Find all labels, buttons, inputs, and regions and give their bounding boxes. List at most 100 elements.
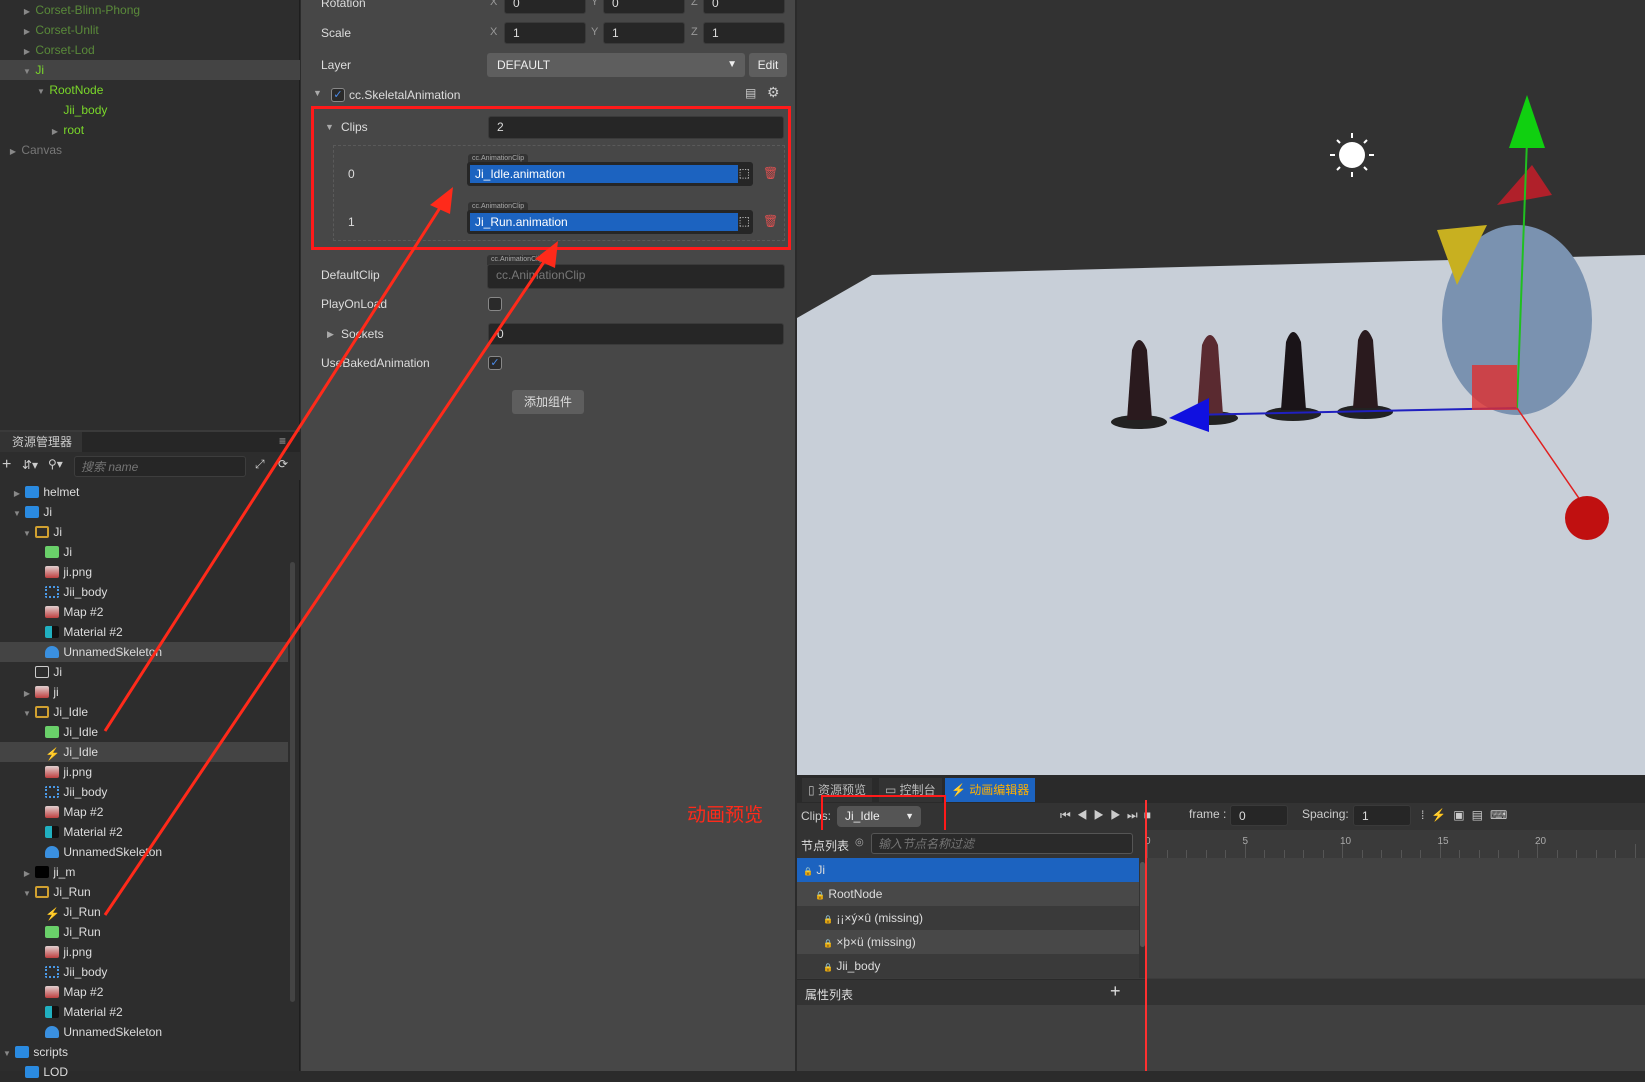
- asset-scrollbar[interactable]: [290, 562, 295, 1002]
- help-book-icon[interactable]: ▤: [745, 86, 756, 100]
- asset-item[interactable]: LOD: [0, 1062, 288, 1082]
- asset-item[interactable]: Jii_body: [0, 782, 288, 802]
- collapse-arrow-icon[interactable]: ▼: [313, 88, 322, 98]
- asset-item[interactable]: Map #2: [0, 802, 288, 822]
- asset-item[interactable]: UnnamedSkeleton: [0, 842, 288, 862]
- anim-node-row[interactable]: 🔒 ¡¡×ý×û (missing): [797, 906, 1139, 930]
- asset-item[interactable]: Map #2: [0, 982, 288, 1002]
- add-icon[interactable]: +: [2, 456, 11, 474]
- asset-item[interactable]: Material #2: [0, 1002, 288, 1022]
- asset-item[interactable]: ▼ scripts: [0, 1042, 288, 1062]
- timeline-tracks[interactable]: [1147, 858, 1645, 978]
- expand-arrow-icon[interactable]: ▼: [22, 884, 32, 904]
- tab-animation-editor[interactable]: ⚡ 动画编辑器: [945, 778, 1036, 802]
- sockets-input[interactable]: 0: [488, 323, 784, 345]
- asset-item[interactable]: ▼ Ji: [0, 502, 288, 522]
- component-enabled-checkbox[interactable]: ✓: [331, 88, 345, 102]
- asset-item[interactable]: ⚡ Ji_Idle: [0, 742, 288, 762]
- asset-item[interactable]: Jii_body: [0, 582, 288, 602]
- menu-icon[interactable]: ≡: [279, 434, 286, 448]
- expand-arrow-icon[interactable]: ▶: [22, 2, 32, 22]
- add-property-icon[interactable]: +: [1110, 981, 1121, 1002]
- expand-arrow-icon[interactable]: ▼: [36, 82, 46, 102]
- asset-item[interactable]: Material #2: [0, 622, 288, 642]
- asset-item[interactable]: UnnamedSkeleton: [0, 642, 288, 662]
- hierarchy-node[interactable]: ▼ Ji: [0, 60, 300, 80]
- lock-icon[interactable]: 🔒: [797, 956, 833, 980]
- sort-icon[interactable]: ⇵▾: [22, 458, 38, 472]
- playhead[interactable]: [1145, 800, 1147, 1071]
- asset-item[interactable]: ▶ ji: [0, 682, 288, 702]
- hierarchy-node[interactable]: Jii_body: [0, 100, 300, 120]
- asset-item[interactable]: ji.png: [0, 562, 288, 582]
- add-component-button[interactable]: 添加组件: [512, 390, 584, 414]
- property-tracks[interactable]: [797, 1005, 1645, 1071]
- asset-item[interactable]: ⚡ Ji_Run: [0, 902, 288, 922]
- asset-item[interactable]: Material #2: [0, 822, 288, 842]
- search-icon[interactable]: ⚲▾: [48, 457, 63, 471]
- expand-arrow-icon[interactable]: ▶: [8, 142, 18, 162]
- editor-tool-icons[interactable]: ⁞⚡▣▤⌨: [1421, 808, 1514, 822]
- refresh-icon[interactable]: ⟳: [278, 457, 288, 471]
- expand-arrow-icon[interactable]: ▶: [22, 42, 32, 62]
- layer-edit-button[interactable]: Edit: [749, 53, 787, 77]
- lock-icon[interactable]: 🔒: [797, 860, 813, 884]
- expand-arrow-icon[interactable]: ▼: [22, 524, 32, 544]
- use-baked-checkbox[interactable]: ✓: [488, 356, 502, 370]
- asset-search-input[interactable]: [74, 456, 246, 477]
- spacing-input[interactable]: 1: [1353, 805, 1411, 826]
- playback-controls[interactable]: ⏮◀▶▶⏭■: [1060, 808, 1157, 823]
- expand-arrow-icon[interactable]: ▼: [22, 704, 32, 724]
- hierarchy-node[interactable]: ▼ RootNode: [0, 80, 300, 100]
- lock-icon[interactable]: 🔒: [797, 908, 833, 932]
- hierarchy-node[interactable]: ▶ Corset-Blinn-Phong: [0, 0, 300, 20]
- anim-node-row[interactable]: 🔒 Ji: [797, 858, 1139, 882]
- hierarchy-node[interactable]: ▶ root: [0, 120, 300, 140]
- expand-arrow-icon[interactable]: ▶: [327, 329, 334, 340]
- expand-arrow-icon[interactable]: ▼: [22, 62, 32, 82]
- scale-x-input[interactable]: 1: [504, 22, 586, 44]
- hierarchy-node[interactable]: ▶ Canvas: [0, 140, 300, 160]
- eye-icon[interactable]: ◎: [855, 837, 864, 848]
- hierarchy-node[interactable]: ▶ Corset-Unlit: [0, 20, 300, 40]
- asset-item[interactable]: Jii_body: [0, 962, 288, 982]
- gear-icon[interactable]: ⚙: [767, 84, 780, 101]
- scale-z-input[interactable]: 1: [703, 22, 785, 44]
- node-filter-input[interactable]: [871, 833, 1133, 854]
- frame-input[interactable]: 0: [1230, 805, 1288, 826]
- expand-icon[interactable]: ⤢: [255, 457, 265, 472]
- asset-item[interactable]: ▼ Ji: [0, 522, 288, 542]
- rotation-z-input[interactable]: 0: [703, 0, 785, 14]
- layer-select[interactable]: DEFAULT ▼: [487, 53, 745, 77]
- expand-arrow-icon[interactable]: ▼: [2, 1044, 12, 1064]
- expand-arrow-icon[interactable]: ▶: [22, 684, 32, 704]
- asset-item[interactable]: ji.png: [0, 942, 288, 962]
- lock-icon[interactable]: 🔒: [797, 884, 825, 908]
- asset-item[interactable]: ▶ ji_m: [0, 862, 288, 882]
- asset-item[interactable]: Ji: [0, 542, 288, 562]
- timeline-ruler[interactable]: 0 5 10 15 20: [1145, 830, 1645, 858]
- anim-node-row[interactable]: 🔒 ×þ×ü (missing): [797, 930, 1139, 954]
- anim-node-row[interactable]: 🔒 RootNode: [797, 882, 1139, 906]
- asset-item[interactable]: Ji_Idle: [0, 722, 288, 742]
- expand-arrow-icon[interactable]: ▶: [22, 864, 32, 884]
- expand-arrow-icon[interactable]: ▶: [50, 122, 60, 142]
- asset-item[interactable]: ▼ Ji_Run: [0, 882, 288, 902]
- asset-item[interactable]: Ji: [0, 662, 288, 682]
- expand-arrow-icon[interactable]: ▶: [12, 484, 22, 504]
- asset-item[interactable]: Map #2: [0, 602, 288, 622]
- scale-y-input[interactable]: 1: [603, 22, 685, 44]
- asset-item[interactable]: ▼ Ji_Idle: [0, 702, 288, 722]
- rotation-y-input[interactable]: 0: [603, 0, 685, 14]
- anim-node-row[interactable]: 🔒 Jii_body: [797, 954, 1139, 978]
- tab-asset-manager[interactable]: 资源管理器: [0, 432, 82, 452]
- asset-item[interactable]: UnnamedSkeleton: [0, 1022, 288, 1042]
- expand-arrow-icon[interactable]: ▼: [12, 504, 22, 524]
- expand-arrow-icon[interactable]: ▶: [22, 22, 32, 42]
- rotation-x-input[interactable]: 0: [504, 0, 586, 14]
- scene-view[interactable]: [797, 0, 1645, 775]
- asset-item[interactable]: ji.png: [0, 762, 288, 782]
- lock-icon[interactable]: 🔒: [797, 932, 833, 956]
- default-clip-field[interactable]: cc.AnimationClip: [487, 264, 785, 289]
- play-on-load-checkbox[interactable]: [488, 297, 502, 311]
